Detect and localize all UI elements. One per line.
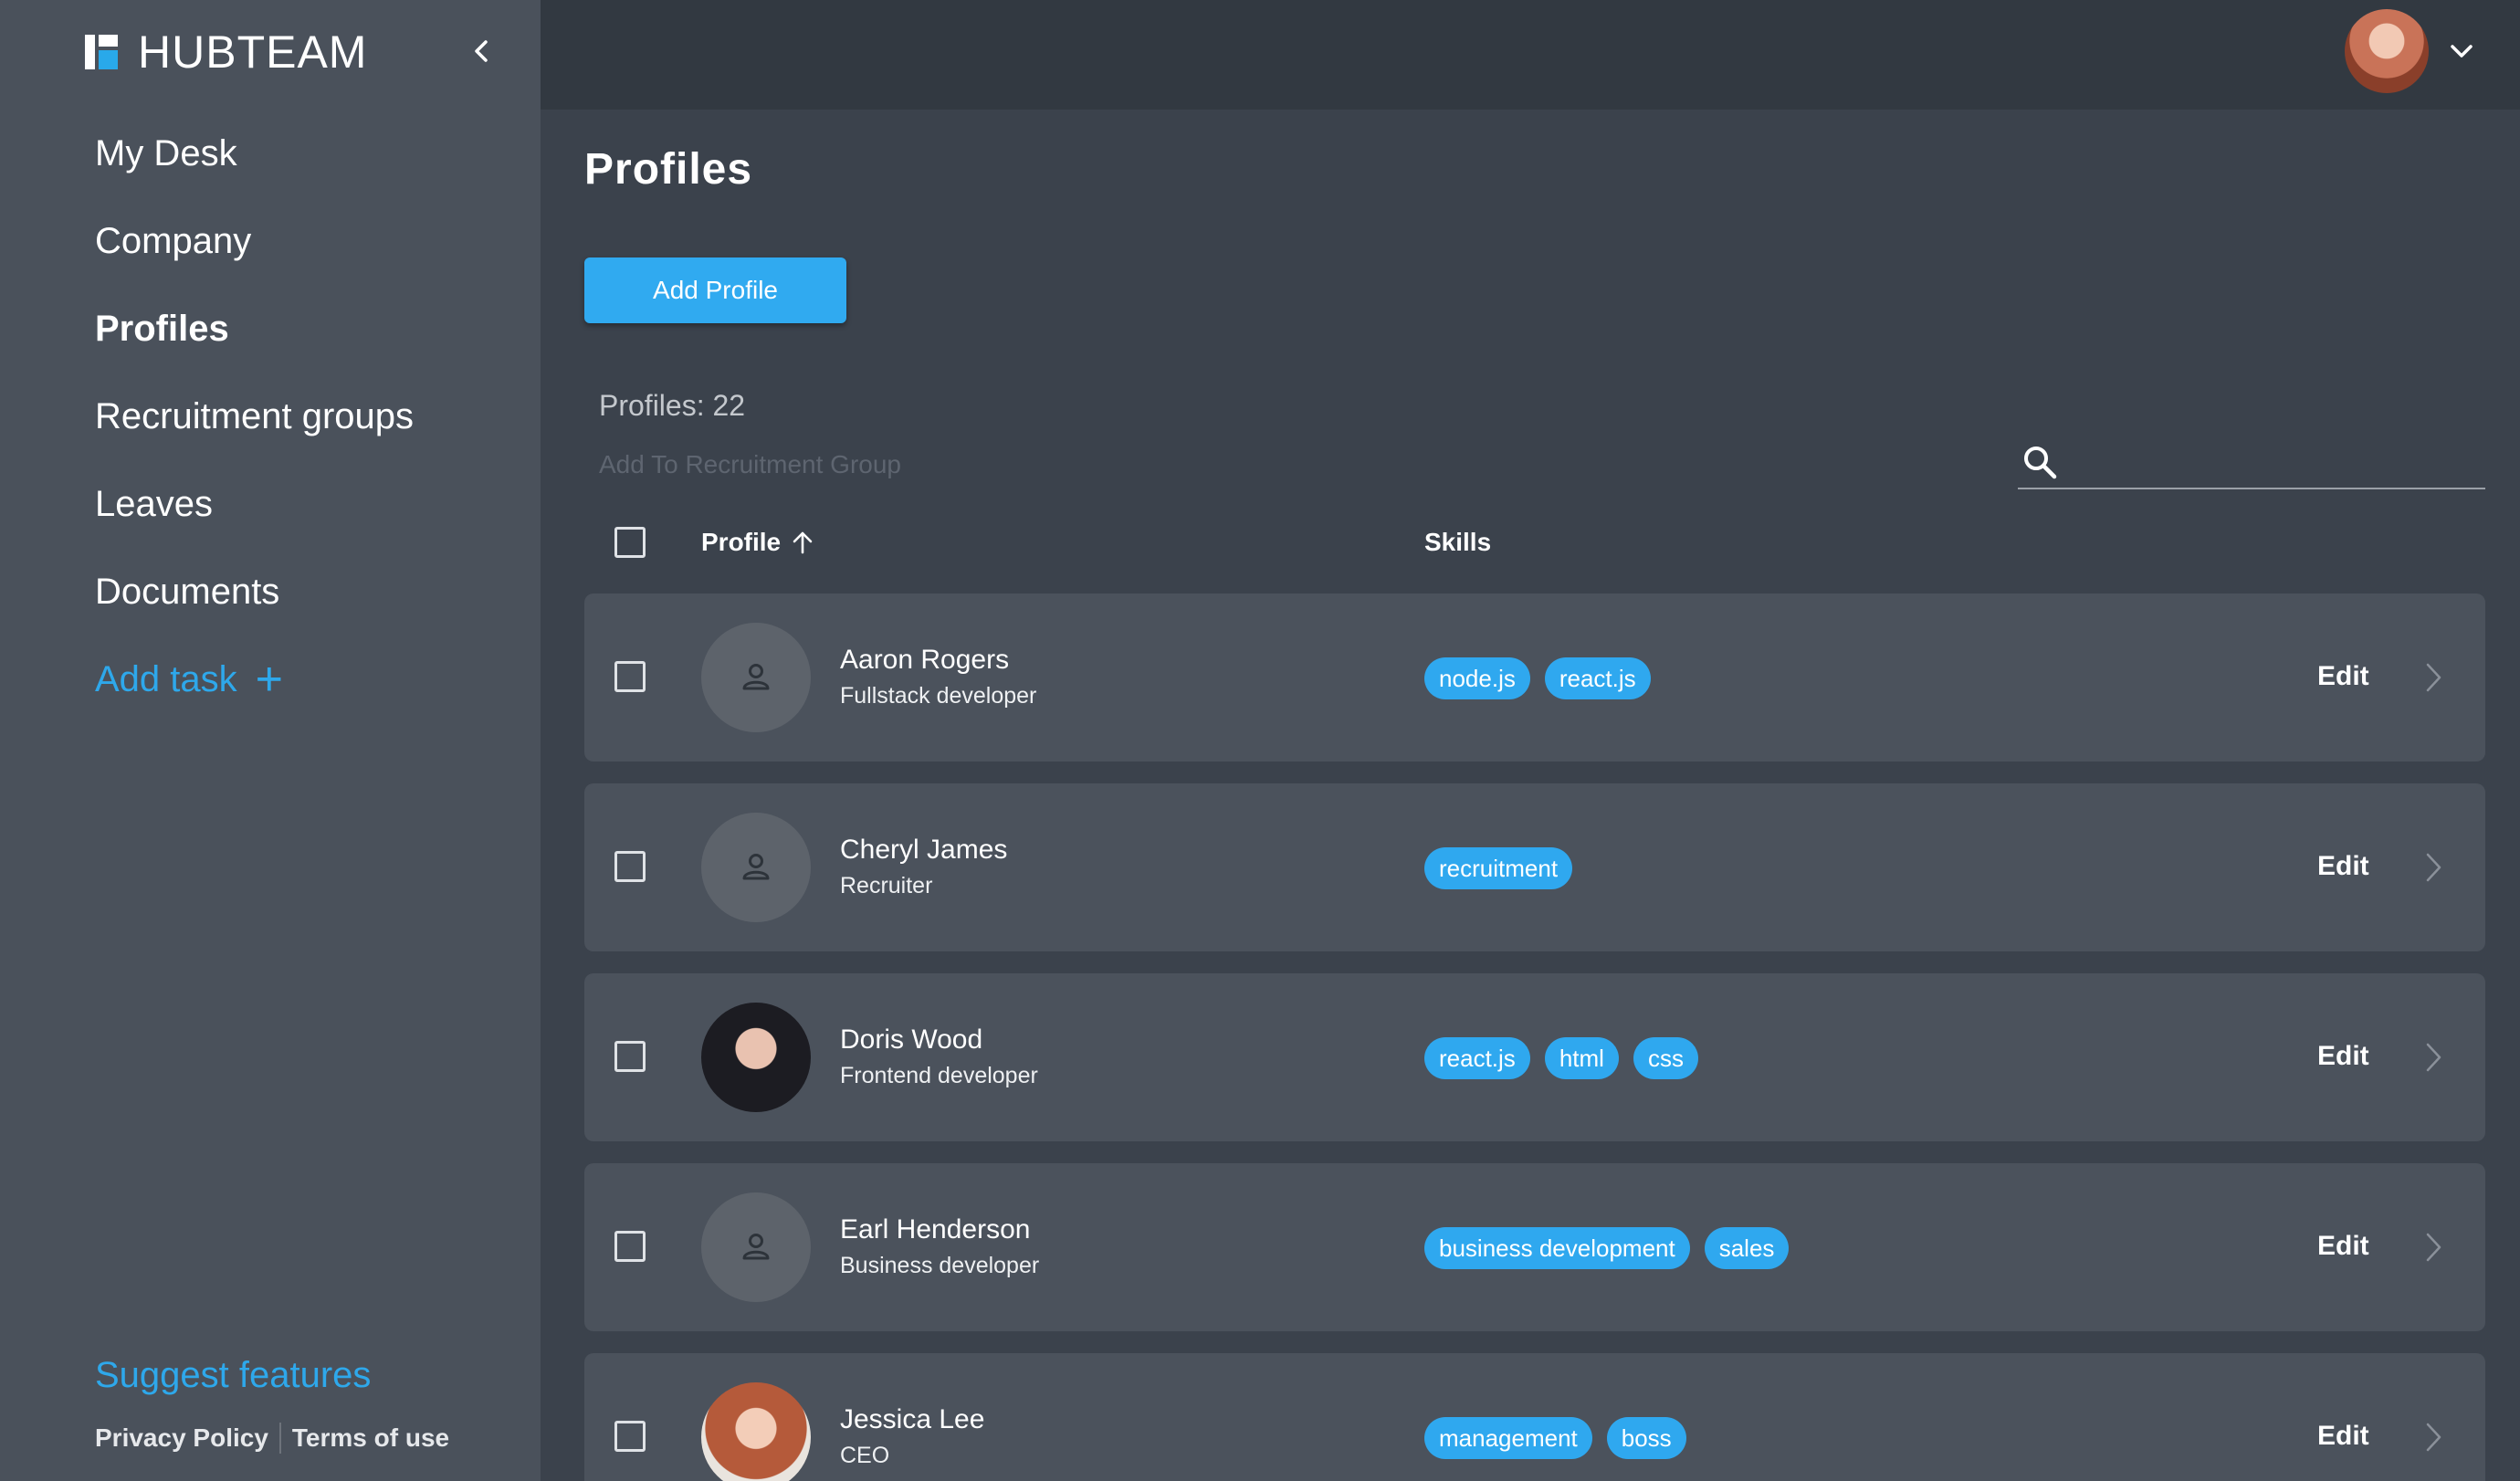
avatar (701, 1382, 811, 1481)
plus-icon: + (255, 653, 284, 706)
footer-divider (278, 1423, 281, 1454)
row-checkbox[interactable] (614, 851, 646, 882)
table-row[interactable]: Earl Henderson Business developer busine… (584, 1163, 2485, 1331)
select-all-checkbox[interactable] (614, 527, 646, 558)
edit-button[interactable]: Edit (2317, 851, 2369, 882)
skill-chip: sales (1704, 1227, 1790, 1269)
skills-list: react.js html css (1424, 1037, 1713, 1079)
sidebar-item-my-desk[interactable]: My Desk (95, 131, 237, 175)
skills-list: recruitment (1424, 847, 1587, 889)
person-icon (742, 854, 770, 880)
profiles-count: Profiles: 22 (599, 389, 746, 422)
avatar (701, 623, 811, 732)
arrow-up-icon (793, 531, 813, 554)
skills-list: node.js react.js (1424, 657, 1665, 699)
chevron-right-icon[interactable] (2418, 1227, 2449, 1267)
terms-of-use-link[interactable]: Terms of use (292, 1423, 449, 1453)
sidebar-item-documents[interactable]: Documents (95, 570, 279, 614)
profile-name[interactable]: Jessica Lee (840, 1404, 984, 1435)
sidebar-item-profiles[interactable]: Profiles (95, 307, 229, 351)
skills-list: business development sales (1424, 1227, 1803, 1269)
suggest-features-link[interactable]: Suggest features (95, 1353, 371, 1397)
row-checkbox[interactable] (614, 1041, 646, 1072)
table-row[interactable]: Cheryl James Recruiter recruitment Edit (584, 783, 2485, 951)
profile-role: Fullstack developer (840, 683, 1037, 709)
skill-chip: recruitment (1424, 847, 1573, 889)
search-box (2018, 436, 2485, 489)
profile-role: Business developer (840, 1253, 1040, 1278)
search-icon (2024, 446, 2057, 479)
edit-button[interactable]: Edit (2317, 661, 2369, 692)
profile-role: CEO (840, 1443, 890, 1468)
add-task-label: Add task (95, 659, 237, 699)
profile-name[interactable]: Doris Wood (840, 1024, 982, 1056)
profile-role: Recruiter (840, 873, 933, 898)
sidebar-item-recruitment-groups[interactable]: Recruitment groups (95, 394, 414, 438)
edit-button[interactable]: Edit (2317, 1041, 2369, 1072)
table-header: Profile Skills (584, 511, 2485, 575)
avatar (701, 1003, 811, 1112)
chevron-right-icon[interactable] (2418, 657, 2449, 698)
skill-chip: react.js (1424, 1037, 1530, 1079)
profile-name[interactable]: Earl Henderson (840, 1214, 1030, 1245)
logo[interactable]: HUBTEAM (85, 26, 368, 78)
avatar (701, 813, 811, 922)
chevron-down-icon[interactable] (2445, 35, 2478, 68)
privacy-policy-link[interactable]: Privacy Policy (95, 1423, 268, 1453)
row-checkbox[interactable] (614, 1231, 646, 1262)
skill-chip: management (1424, 1417, 1592, 1459)
avatar (701, 1192, 811, 1302)
add-to-recruitment-group-button[interactable]: Add To Recruitment Group (599, 450, 901, 479)
chevron-right-icon[interactable] (2418, 1037, 2449, 1077)
skill-chip: react.js (1544, 657, 1651, 699)
skills-list: management boss (1424, 1417, 1701, 1459)
row-checkbox[interactable] (614, 661, 646, 692)
sidebar-item-company[interactable]: Company (95, 219, 251, 263)
profile-column-label: Profile (701, 528, 782, 556)
search-input[interactable] (2073, 440, 2474, 484)
footer-links: Privacy Policy Terms of use (95, 1423, 449, 1454)
table-row[interactable]: Aaron Rogers Fullstack developer node.js… (584, 593, 2485, 762)
edit-button[interactable]: Edit (2317, 1231, 2369, 1262)
person-icon (742, 664, 770, 690)
skills-column-header: Skills (1424, 528, 1492, 556)
skill-chip: boss (1606, 1417, 1686, 1459)
skill-chip: css (1633, 1037, 1698, 1079)
app-name: HUBTEAM (138, 26, 368, 78)
user-avatar[interactable] (2345, 9, 2429, 93)
skill-chip: node.js (1424, 657, 1530, 699)
skill-chip: html (1544, 1037, 1619, 1079)
chevron-left-icon (475, 40, 488, 62)
hubteam-logo-icon (85, 35, 118, 69)
row-checkbox[interactable] (614, 1421, 646, 1452)
add-profile-button[interactable]: Add Profile (584, 257, 846, 323)
person-icon (742, 1234, 770, 1260)
app-root: HUBTEAM My Desk Company Profiles Recruit… (0, 0, 2520, 1481)
page-title: Profiles (584, 145, 753, 194)
table-row[interactable]: Jessica Lee CEO management boss Edit (584, 1353, 2485, 1481)
profile-name[interactable]: Cheryl James (840, 835, 1007, 866)
top-bar (541, 0, 2520, 110)
skill-chip: business development (1424, 1227, 1690, 1269)
profile-name[interactable]: Aaron Rogers (840, 645, 1009, 676)
collapse-sidebar-button[interactable] (464, 33, 500, 69)
sidebar: HUBTEAM My Desk Company Profiles Recruit… (0, 0, 541, 1481)
chevron-right-icon[interactable] (2418, 847, 2449, 888)
add-task-button[interactable]: Add task + (95, 653, 284, 706)
profile-column-header[interactable]: Profile (701, 528, 815, 557)
edit-button[interactable]: Edit (2317, 1421, 2369, 1452)
table-row[interactable]: Doris Wood Frontend developer react.js h… (584, 973, 2485, 1141)
sidebar-item-leaves[interactable]: Leaves (95, 482, 213, 526)
profile-role: Frontend developer (840, 1063, 1038, 1088)
chevron-right-icon[interactable] (2418, 1417, 2449, 1457)
